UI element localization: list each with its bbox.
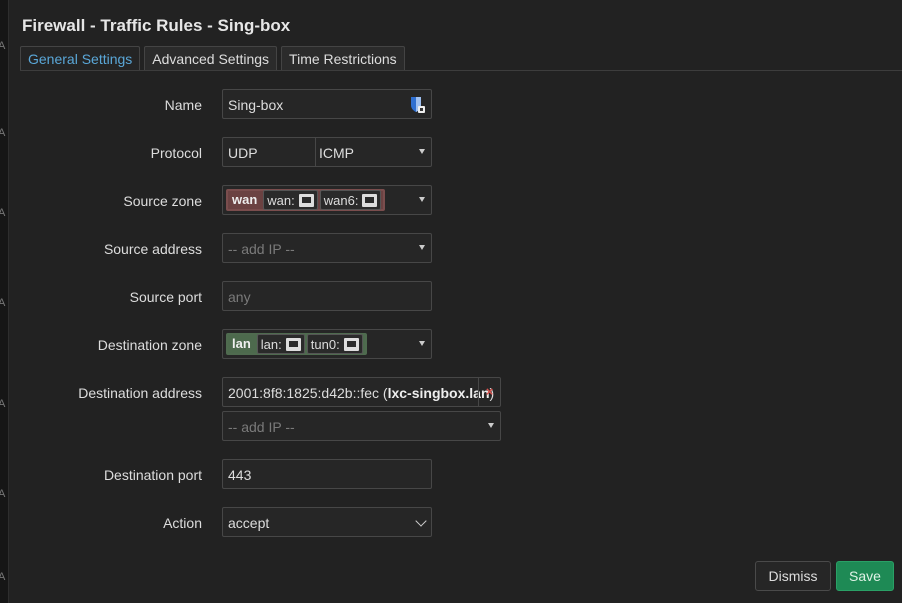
destination-address-text: 2001:8f8:1825:d42b::fec (lxc-singbox.lan… <box>228 385 495 401</box>
destination-port-label: Destination port <box>103 467 202 483</box>
dropdown-caret-icon <box>419 245 425 250</box>
tab-advanced-settings[interactable]: Advanced Settings <box>144 46 278 71</box>
tab-general-settings[interactable]: General Settings <box>20 46 141 71</box>
source-port-label: Source port <box>129 289 202 305</box>
network-interface-icon <box>362 193 378 207</box>
network-bridge-icon <box>285 337 301 351</box>
destination-address-placeholder: -- add IP -- <box>228 419 295 435</box>
source-port-placeholder: any <box>228 289 251 305</box>
background-page-edge: A A A A A A A <box>0 0 8 603</box>
source-port-input[interactable]: any <box>222 281 432 311</box>
source-zone-label: Source zone <box>123 193 202 209</box>
source-address-select[interactable]: -- add IP -- <box>222 233 432 263</box>
dropdown-caret-icon <box>419 149 425 154</box>
network-interface-icon <box>298 193 314 207</box>
tab-bar: General Settings Advanced Settings Time … <box>20 46 409 71</box>
destination-port-value: 443 <box>228 467 252 483</box>
dialog-title: Firewall - Traffic Rules - Sing-box <box>22 16 291 35</box>
destination-zone-select[interactable]: lan lan: tun0: <box>222 329 432 359</box>
dismiss-button[interactable]: Dismiss <box>755 561 831 591</box>
edge-letter: A <box>0 398 6 410</box>
protocol-value-udp: UDP <box>228 145 258 161</box>
name-label: Name <box>164 97 202 113</box>
edge-letter: A <box>0 40 6 52</box>
edge-letter: A <box>0 127 6 139</box>
traffic-rule-dialog: Firewall - Traffic Rules - Sing-box Gene… <box>8 0 902 603</box>
destination-address-value: 2001:8f8:1825:d42b::fec (lxc-singbox.lan… <box>222 377 501 407</box>
edge-letter: A <box>0 571 6 583</box>
interface-chip: wan6: <box>319 190 382 210</box>
destination-address-add-select[interactable]: -- add IP -- <box>222 411 501 441</box>
edge-letter: A <box>0 207 6 219</box>
zone-name: lan <box>232 336 251 351</box>
interface-chip: tun0: <box>306 334 363 354</box>
destination-port-input[interactable]: 443 <box>222 459 432 489</box>
tab-time-restrictions[interactable]: Time Restrictions <box>281 46 405 71</box>
dropdown-caret-icon <box>488 423 494 428</box>
destination-zone-label: Destination zone <box>97 337 202 353</box>
protocol-value-icmp: ICMP <box>319 145 354 161</box>
destination-address-label: Destination address <box>78 385 202 401</box>
edge-letter: A <box>0 488 6 500</box>
source-zone-select[interactable]: wan wan: wan6: <box>222 185 432 215</box>
zone-badge-lan: lan lan: tun0: <box>226 333 367 355</box>
interface-chip: wan: <box>263 190 318 210</box>
protocol-label: Protocol <box>150 145 202 161</box>
action-value: accept <box>228 515 270 531</box>
action-select[interactable]: accept <box>222 507 432 537</box>
zone-badge-wan: wan wan: wan6: <box>226 189 386 211</box>
chevron-down-icon <box>415 515 427 527</box>
source-address-label: Source address <box>103 241 202 257</box>
source-address-placeholder: -- add IP -- <box>228 241 295 257</box>
dropdown-caret-icon <box>419 341 425 346</box>
name-input[interactable]: Sing-box <box>222 89 432 119</box>
name-value: Sing-box <box>228 97 284 113</box>
password-manager-icon[interactable] <box>410 96 426 114</box>
dropdown-caret-icon <box>419 197 425 202</box>
protocol-separator <box>315 138 316 166</box>
interface-chip: lan: <box>256 334 305 354</box>
tab-divider <box>20 70 902 71</box>
remove-address-button[interactable]: × <box>478 378 500 406</box>
zone-name: wan <box>232 192 258 207</box>
protocol-select[interactable]: UDP ICMP <box>222 137 432 167</box>
action-label: Action <box>163 515 202 531</box>
edge-letter: A <box>0 297 6 309</box>
network-interface-icon <box>343 337 359 351</box>
save-button[interactable]: Save <box>836 561 894 591</box>
